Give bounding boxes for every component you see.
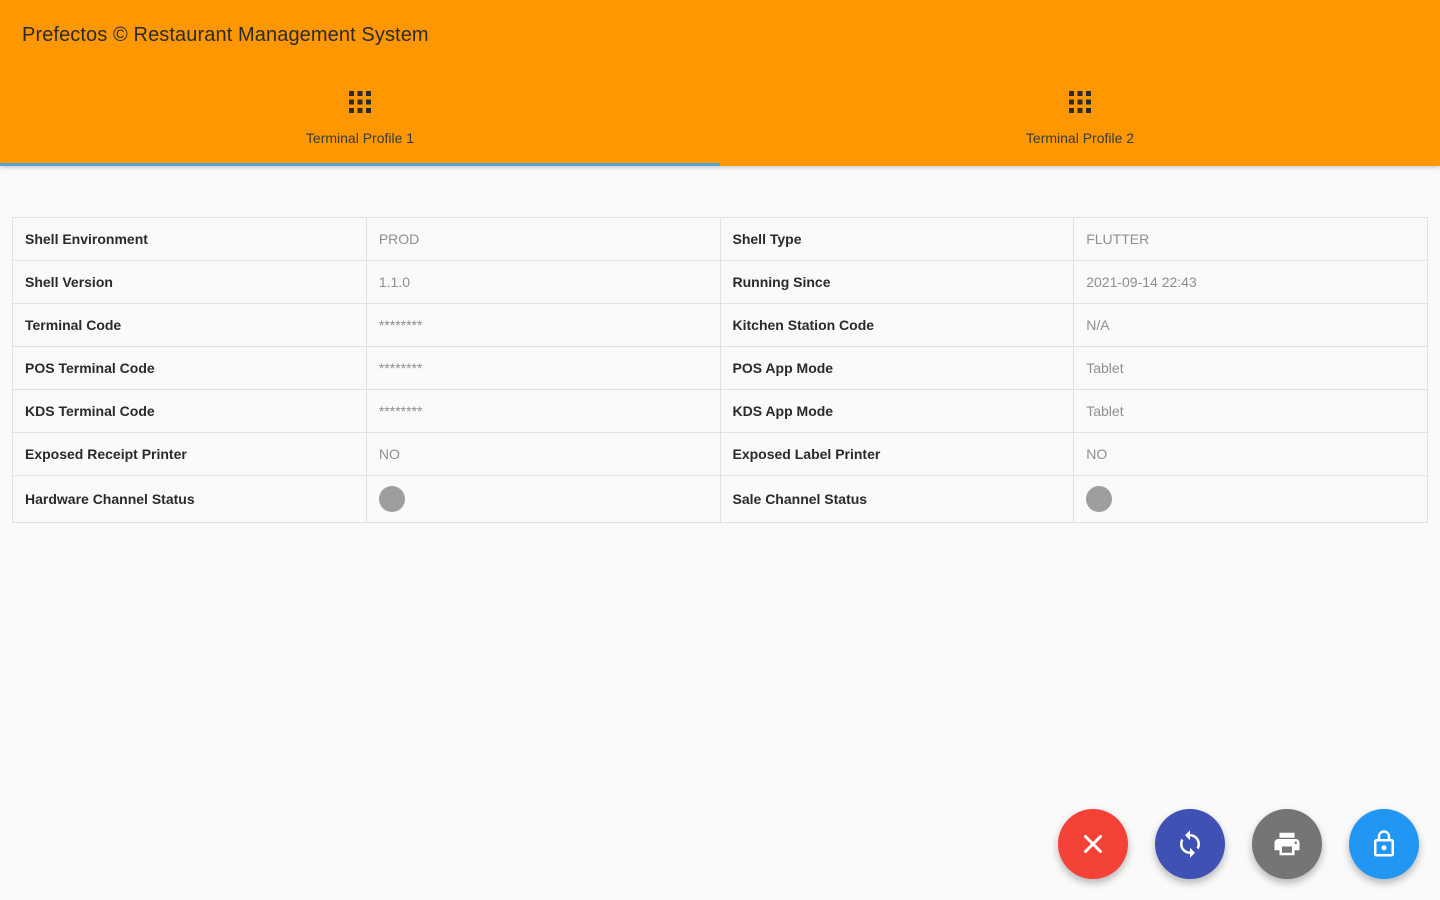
hardware-channel-status-value	[365, 475, 721, 523]
terminal-info-table: Shell Environment PROD Shell Type FLUTTE…	[12, 217, 1428, 523]
pos-app-mode-label: POS App Mode	[719, 346, 1075, 390]
app-title: Prefectos © Restaurant Management System	[22, 24, 429, 46]
exposed-label-printer-value: NO	[1073, 432, 1428, 476]
tab-bar: Terminal Profile 1 Terminal Profile 2	[0, 82, 1440, 166]
shell-type-value: FLUTTER	[1073, 217, 1428, 261]
tab-terminal-profile-2[interactable]: Terminal Profile 2	[720, 82, 1440, 166]
close-button[interactable]	[1058, 809, 1128, 879]
table-row: Hardware Channel Status Sale Channel Sta…	[12, 475, 1428, 523]
printer-icon	[1274, 832, 1300, 856]
shell-environment-label: Shell Environment	[12, 217, 367, 261]
tab-label: Terminal Profile 1	[305, 130, 415, 146]
kds-terminal-code-label: KDS Terminal Code	[12, 389, 367, 433]
kitchen-station-code-label: Kitchen Station Code	[719, 303, 1075, 347]
close-icon	[1084, 835, 1102, 853]
shell-type-label: Shell Type	[719, 217, 1075, 261]
sale-channel-status-value	[1073, 475, 1428, 523]
sale-channel-status-label: Sale Channel Status	[719, 475, 1075, 523]
kitchen-station-code-value: N/A	[1073, 303, 1428, 347]
shell-environment-value: PROD	[365, 217, 721, 261]
terminal-code-value: ********	[365, 303, 721, 347]
status-indicator-dot	[378, 486, 405, 512]
kds-app-mode-value: Tablet	[1073, 389, 1428, 433]
table-row: KDS Terminal Code ******** KDS App Mode …	[12, 389, 1428, 433]
exposed-receipt-printer-label: Exposed Receipt Printer	[12, 432, 367, 476]
print-button[interactable]	[1252, 809, 1322, 879]
table-row: Shell Version 1.1.0 Running Since 2021-0…	[12, 260, 1428, 304]
table-row: Terminal Code ******** Kitchen Station C…	[12, 303, 1428, 347]
terminal-code-label: Terminal Code	[12, 303, 367, 347]
kds-app-mode-label: KDS App Mode	[719, 389, 1075, 433]
hardware-channel-status-label: Hardware Channel Status	[12, 475, 367, 523]
pos-terminal-code-value: ********	[365, 346, 721, 390]
running-since-value: 2021-09-14 22:43	[1073, 260, 1428, 304]
pos-terminal-code-label: POS Terminal Code	[12, 346, 367, 390]
active-tab-indicator	[0, 163, 720, 166]
apps-grid-icon	[1069, 91, 1091, 113]
running-since-label: Running Since	[719, 260, 1075, 304]
kds-terminal-code-value: ********	[365, 389, 721, 433]
lock-icon	[1374, 830, 1394, 857]
exposed-receipt-printer-value: NO	[365, 432, 721, 476]
app-bar: Prefectos © Restaurant Management System…	[0, 0, 1440, 166]
sync-button[interactable]	[1155, 809, 1225, 879]
shell-version-label: Shell Version	[12, 260, 367, 304]
sync-icon	[1180, 830, 1200, 858]
pos-app-mode-value: Tablet	[1073, 346, 1428, 390]
lock-button[interactable]	[1349, 809, 1419, 879]
tab-terminal-profile-1[interactable]: Terminal Profile 1	[0, 82, 720, 166]
apps-grid-icon	[349, 91, 371, 113]
table-row: Shell Environment PROD Shell Type FLUTTE…	[12, 217, 1428, 261]
table-row: POS Terminal Code ******** POS App Mode …	[12, 346, 1428, 390]
tab-label: Terminal Profile 2	[1025, 130, 1135, 146]
status-indicator-dot	[1086, 486, 1113, 512]
exposed-label-printer-label: Exposed Label Printer	[719, 432, 1075, 476]
table-row: Exposed Receipt Printer NO Exposed Label…	[12, 432, 1428, 476]
shell-version-value: 1.1.0	[365, 260, 721, 304]
